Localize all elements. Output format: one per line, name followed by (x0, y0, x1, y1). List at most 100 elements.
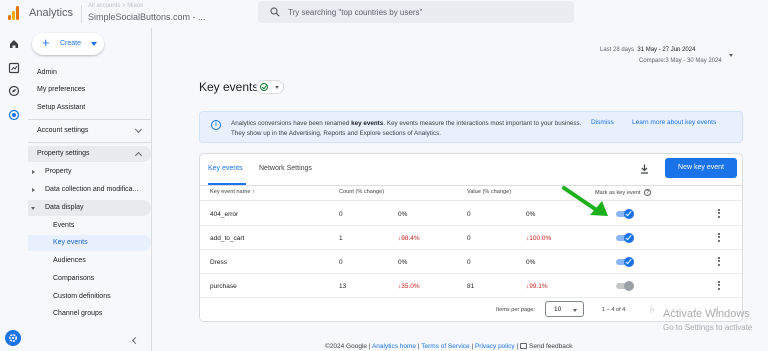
chevron-down-icon (91, 42, 97, 46)
nav-events[interactable]: Events (28, 218, 151, 234)
nav-comparisons[interactable]: Comparisons (28, 271, 151, 287)
row-value: 0 (467, 259, 471, 266)
row-name: purchase (210, 283, 237, 290)
copyright: ©2024 Google | (325, 343, 371, 350)
header-divider (200, 200, 742, 201)
feedback-icon (520, 343, 527, 349)
mark-key-event-toggle[interactable] (616, 233, 634, 243)
col-header-value[interactable]: Value (% change) (467, 189, 511, 195)
nav-divider (28, 142, 151, 143)
pagination-range: 1 – 4 of 4 (602, 307, 626, 313)
col-header-name[interactable]: Key event name ↑ (210, 189, 255, 195)
nav-property-settings[interactable]: Property settings (28, 146, 151, 162)
mark-key-event-toggle[interactable] (616, 257, 634, 267)
nav-channel-groups[interactable]: Channel groups (28, 306, 151, 322)
top-bar: Analytics All accounts > Miaoli SimpleSo… (0, 0, 768, 28)
nav-account-settings[interactable]: Account settings (28, 123, 151, 139)
advertising-icon[interactable] (8, 109, 20, 121)
home-icon[interactable] (8, 38, 20, 50)
nav-data-display[interactable]: Data display (28, 200, 151, 216)
nav-setup-assistant[interactable]: Setup Assistant (28, 100, 151, 116)
property-settings-label: Property settings (37, 150, 90, 157)
new-key-event-button[interactable]: New key event (665, 158, 737, 178)
row-count: 1 (339, 235, 343, 242)
rename-info-banner: i Analytics conversions have been rename… (199, 111, 743, 143)
download-icon[interactable] (640, 164, 649, 174)
banner-text: Analytics conversions have been renamed … (231, 120, 582, 137)
row-count-change: 0% (398, 259, 408, 266)
create-button[interactable]: + Create (32, 33, 104, 55)
nav-key-events[interactable]: Key events (28, 235, 151, 251)
activate-windows-watermark: Activate Windows Go to Settings to activ… (663, 308, 752, 332)
icon-rail (0, 28, 28, 351)
row-divider (200, 297, 742, 298)
admin-gear-icon[interactable] (5, 330, 21, 346)
explore-icon[interactable] (8, 85, 20, 97)
account-settings-label: Account settings (37, 127, 89, 134)
more-vert-icon[interactable] (718, 257, 721, 267)
tabs-divider (200, 185, 742, 186)
items-per-page-value: 10 (554, 306, 562, 313)
watermark-line1: Activate Windows (663, 308, 750, 320)
info-icon: i (211, 120, 221, 130)
status-chip[interactable] (256, 80, 284, 94)
nav-custom-definitions[interactable]: Custom definitions (28, 289, 151, 305)
tab-network-settings[interactable]: Network Settings (259, 165, 312, 172)
nav-my-preferences[interactable]: My preferences (28, 82, 151, 98)
mark-key-event-toggle[interactable] (616, 281, 634, 291)
items-per-page-select[interactable]: 10 (545, 301, 584, 317)
mark-key-event-toggle[interactable] (616, 209, 634, 219)
footer: ©2024 Google | Analytics home | Terms of… (325, 343, 573, 350)
watermark-line2: Go to Settings to activate (663, 323, 753, 332)
row-count-change: 0% (398, 211, 408, 218)
terms-link[interactable]: Terms of Service (421, 343, 469, 350)
data-display-label: Data display (45, 204, 84, 211)
row-value-change: 100.0% (526, 235, 551, 242)
send-feedback-button[interactable]: Send feedback (520, 343, 572, 350)
more-vert-icon[interactable] (718, 233, 721, 243)
app-title: Analytics (29, 7, 74, 19)
row-divider (200, 225, 742, 226)
more-vert-icon[interactable] (718, 281, 721, 291)
chevron-down-icon[interactable] (729, 54, 733, 57)
row-name: Dress (210, 259, 227, 266)
date-range-label: Last 28 days (600, 47, 635, 53)
row-divider (200, 273, 742, 274)
property-selector[interactable]: SimpleSocialButtons.com - ... (88, 12, 206, 22)
items-per-page-label: Items per page: (496, 307, 535, 313)
nav-data-collection[interactable]: Data collection and modifica... (28, 182, 151, 198)
tab-key-events[interactable]: Key events (208, 165, 243, 172)
expand-arrow-icon (32, 170, 35, 174)
search-bar[interactable]: Try searching "top countries by users" (258, 1, 574, 23)
chevron-down-icon (573, 309, 577, 312)
row-count-change: 35.0% (398, 283, 419, 290)
property-label: Property (45, 168, 72, 175)
date-range-value: 31 May - 27 Jun 2024 (637, 47, 696, 53)
privacy-link[interactable]: Privacy policy (475, 343, 515, 350)
help-icon[interactable]: ? (643, 189, 651, 196)
more-vert-icon[interactable] (718, 209, 721, 219)
admin-nav-panel: + Create Admin My preferences Setup Assi… (28, 28, 152, 351)
analytics-home-link[interactable]: Analytics home (372, 343, 416, 350)
nav-property[interactable]: Property (28, 164, 151, 180)
plus-icon: + (42, 35, 50, 50)
col-header-count[interactable]: Count (% change) (339, 189, 384, 195)
learn-more-link[interactable]: Learn more about key events (632, 119, 716, 126)
nav-admin[interactable]: Admin (28, 65, 151, 81)
first-page-icon[interactable]: |‹ (650, 305, 655, 314)
row-value: 0 (467, 235, 471, 242)
analytics-logo-icon (8, 6, 20, 20)
account-line[interactable]: All accounts > Miaoli (88, 3, 143, 9)
expand-arrow-icon (32, 188, 35, 192)
date-range-picker[interactable]: Last 28 days 31 May - 27 Jun 2024 (600, 47, 695, 53)
annotation-arrow-icon (562, 186, 608, 216)
create-label: Create (60, 40, 82, 47)
nav-divider (28, 119, 151, 120)
row-count: 0 (339, 211, 343, 218)
row-count: 13 (339, 283, 347, 290)
reports-icon[interactable] (8, 62, 20, 74)
dismiss-link[interactable]: Dismiss (591, 119, 614, 126)
row-value: 0 (467, 211, 471, 218)
nav-audiences[interactable]: Audiences (28, 253, 151, 269)
chevron-down-icon (275, 86, 279, 89)
